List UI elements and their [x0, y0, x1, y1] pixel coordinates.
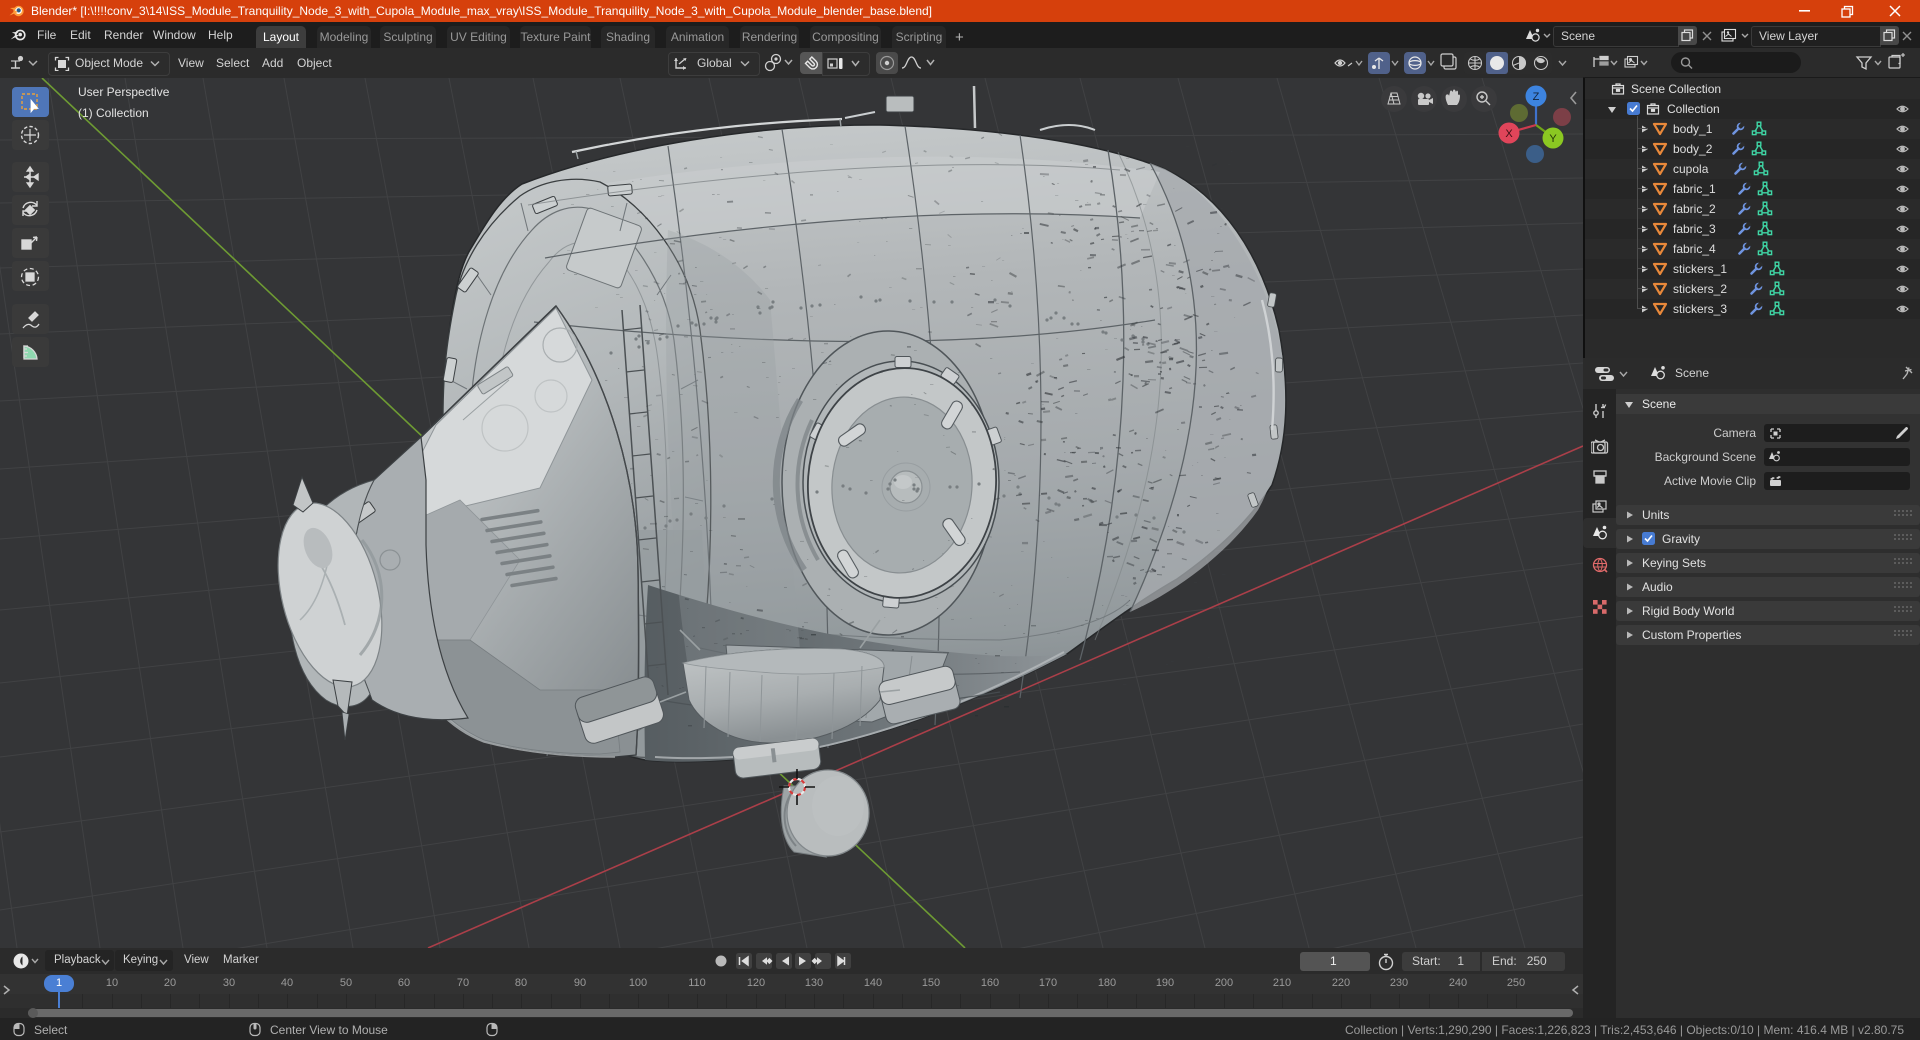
- svg-text:(1) Collection: (1) Collection: [78, 106, 149, 120]
- svg-text:X: X: [1505, 128, 1513, 140]
- svg-text:User Perspective: User Perspective: [78, 85, 170, 99]
- svg-text:Y: Y: [1549, 133, 1557, 145]
- svg-text:Z: Z: [1533, 91, 1540, 103]
